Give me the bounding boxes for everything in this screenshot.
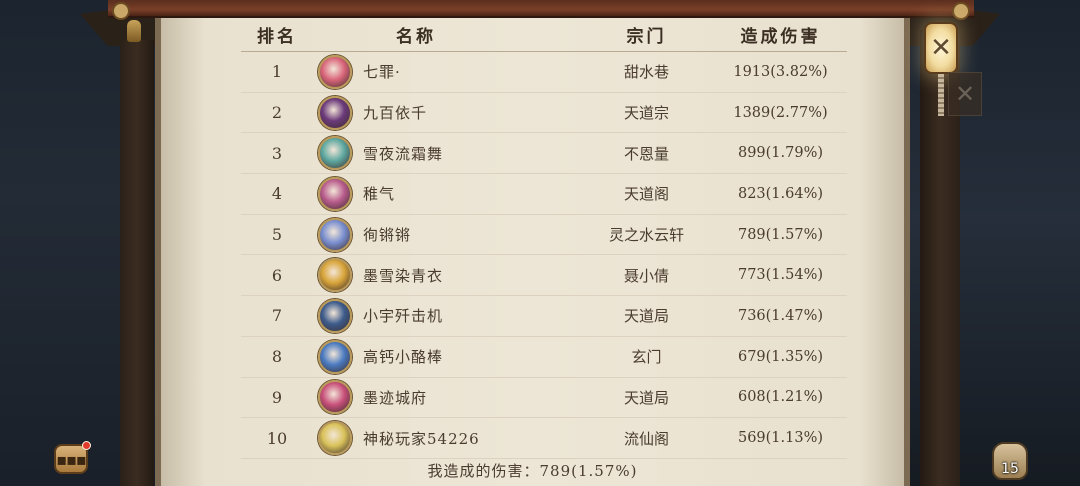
avatar-cell xyxy=(313,95,357,130)
top-beam xyxy=(108,0,974,20)
avatar[interactable] xyxy=(318,421,352,456)
row-player-name: 九百依千 xyxy=(363,104,428,123)
row-player-name: 七罪· xyxy=(363,63,401,82)
row-player-name: 徇锵锵 xyxy=(363,226,412,245)
avatar-cell xyxy=(313,258,357,293)
bag-button[interactable]: 15 xyxy=(992,442,1028,480)
close-icon: ✕ xyxy=(930,33,952,63)
avatar[interactable] xyxy=(318,339,352,374)
row-rank: 3 xyxy=(271,143,283,163)
header-name: 名称 xyxy=(396,27,436,47)
row-sect: 聂小倩 xyxy=(623,266,669,285)
row-player-name: 稚气 xyxy=(363,185,396,204)
my-damage-text: 我造成的伤害：789(1.57%) xyxy=(427,462,638,480)
close-button[interactable]: ✕ xyxy=(924,22,958,74)
row-rank: 4 xyxy=(271,184,283,204)
row-damage: 569(1.13%) xyxy=(737,430,824,447)
row-damage: 679(1.35%) xyxy=(737,348,824,365)
row-damage: 789(1.57%) xyxy=(737,226,824,243)
row-sect: 天道局 xyxy=(623,388,669,407)
row-damage: 773(1.54%) xyxy=(737,267,824,284)
row-sect: 流仙阁 xyxy=(623,429,669,448)
row-player-name: 高钙小酪棒 xyxy=(363,348,444,367)
avatar[interactable] xyxy=(318,95,352,130)
pillar-left xyxy=(120,40,154,486)
avatar[interactable] xyxy=(318,54,352,89)
header-damage: 造成伤害 xyxy=(740,27,821,47)
row-rank: 6 xyxy=(271,265,283,285)
table-header: 排名 名称 宗门 造成伤害 xyxy=(241,18,847,52)
ranking-table: 排名 名称 宗门 造成伤害 1 七罪· 甜水巷 1913(3.82%) 2 九百依千 天道宗… xyxy=(241,18,847,459)
row-player-name: 墨迹城府 xyxy=(363,388,428,407)
avatar-cell xyxy=(313,176,357,211)
row-sect: 灵之水云轩 xyxy=(608,226,684,245)
table-row[interactable]: 7 小宇歼击机 天道局 736(1.47%) xyxy=(241,296,847,337)
avatar-cell xyxy=(313,298,357,333)
row-rank: 10 xyxy=(266,428,288,448)
table-row[interactable]: 10 神秘玩家54226 流仙阁 569(1.13%) xyxy=(241,418,847,459)
avatar[interactable] xyxy=(318,298,352,333)
header-sect: 宗门 xyxy=(626,27,667,47)
chat-icon: ▪▪▪ xyxy=(56,449,87,469)
row-player-name: 小宇歼击机 xyxy=(363,307,444,326)
header-rank: 排名 xyxy=(257,27,297,47)
ranking-panel: 排名 名称 宗门 造成伤害 1 七罪· 甜水巷 1913(3.82%) 2 九百依千 天道宗… xyxy=(155,16,910,486)
avatar[interactable] xyxy=(318,258,352,293)
row-damage: 736(1.47%) xyxy=(737,307,824,324)
table-row[interactable]: 6 墨雪染青衣 聂小倩 773(1.54%) xyxy=(241,255,847,297)
row-damage: 823(1.64%) xyxy=(737,185,824,202)
row-player-name: 雪夜流霜舞 xyxy=(363,144,444,163)
table-row[interactable]: 9 墨迹城府 天道局 608(1.21%) xyxy=(241,378,847,419)
avatar[interactable] xyxy=(318,136,352,171)
row-damage: 608(1.21%) xyxy=(737,389,824,406)
row-rank: 8 xyxy=(271,347,283,367)
table-row[interactable]: 4 稚气 天道阁 823(1.64%) xyxy=(241,174,847,215)
avatar[interactable] xyxy=(318,380,352,415)
row-rank: 9 xyxy=(271,387,283,407)
table-body: 1 七罪· 甜水巷 1913(3.82%) 2 九百依千 天道宗 1389(2.77%) 3 雪夜… xyxy=(241,52,847,459)
row-sect: 天道阁 xyxy=(623,185,669,204)
avatar-cell xyxy=(313,136,357,171)
row-damage: 899(1.79%) xyxy=(737,145,824,162)
row-sect: 玄门 xyxy=(631,348,662,367)
table-row[interactable]: 2 九百依千 天道宗 1389(2.77%) xyxy=(241,93,847,134)
avatar[interactable] xyxy=(318,176,352,211)
table-row[interactable]: 5 徇锵锵 灵之水云轩 789(1.57%) xyxy=(241,215,847,256)
notification-dot xyxy=(82,441,91,450)
table-row[interactable]: 1 七罪· 甜水巷 1913(3.82%) xyxy=(241,52,847,93)
row-rank: 7 xyxy=(271,306,283,326)
avatar-cell xyxy=(313,380,357,415)
avatar-cell xyxy=(313,339,357,374)
avatar-cell xyxy=(313,421,357,456)
hanging-sign-icon: ✕ xyxy=(948,72,982,116)
table-row[interactable]: 8 高钙小酪棒 玄门 679(1.35%) xyxy=(241,337,847,378)
avatar[interactable] xyxy=(318,217,352,252)
bell-icon xyxy=(127,20,141,42)
row-rank: 1 xyxy=(271,62,283,82)
avatar-cell xyxy=(313,54,357,89)
row-player-name: 墨雪染青衣 xyxy=(363,266,444,285)
row-damage: 1389(2.77%) xyxy=(733,104,828,121)
row-sect: 不恩量 xyxy=(623,144,669,163)
row-rank: 5 xyxy=(271,225,283,245)
bag-count: 15 xyxy=(1001,461,1019,477)
row-sect: 甜水巷 xyxy=(623,63,669,82)
row-sect: 天道宗 xyxy=(623,104,669,123)
row-damage: 1913(3.82%) xyxy=(733,63,828,80)
row-rank: 2 xyxy=(271,103,283,123)
tassel xyxy=(938,74,944,116)
table-row[interactable]: 3 雪夜流霜舞 不恩量 899(1.79%) xyxy=(241,133,847,175)
avatar-cell xyxy=(313,217,357,252)
row-player-name: 神秘玩家54226 xyxy=(363,429,480,448)
row-sect: 天道局 xyxy=(623,307,669,326)
